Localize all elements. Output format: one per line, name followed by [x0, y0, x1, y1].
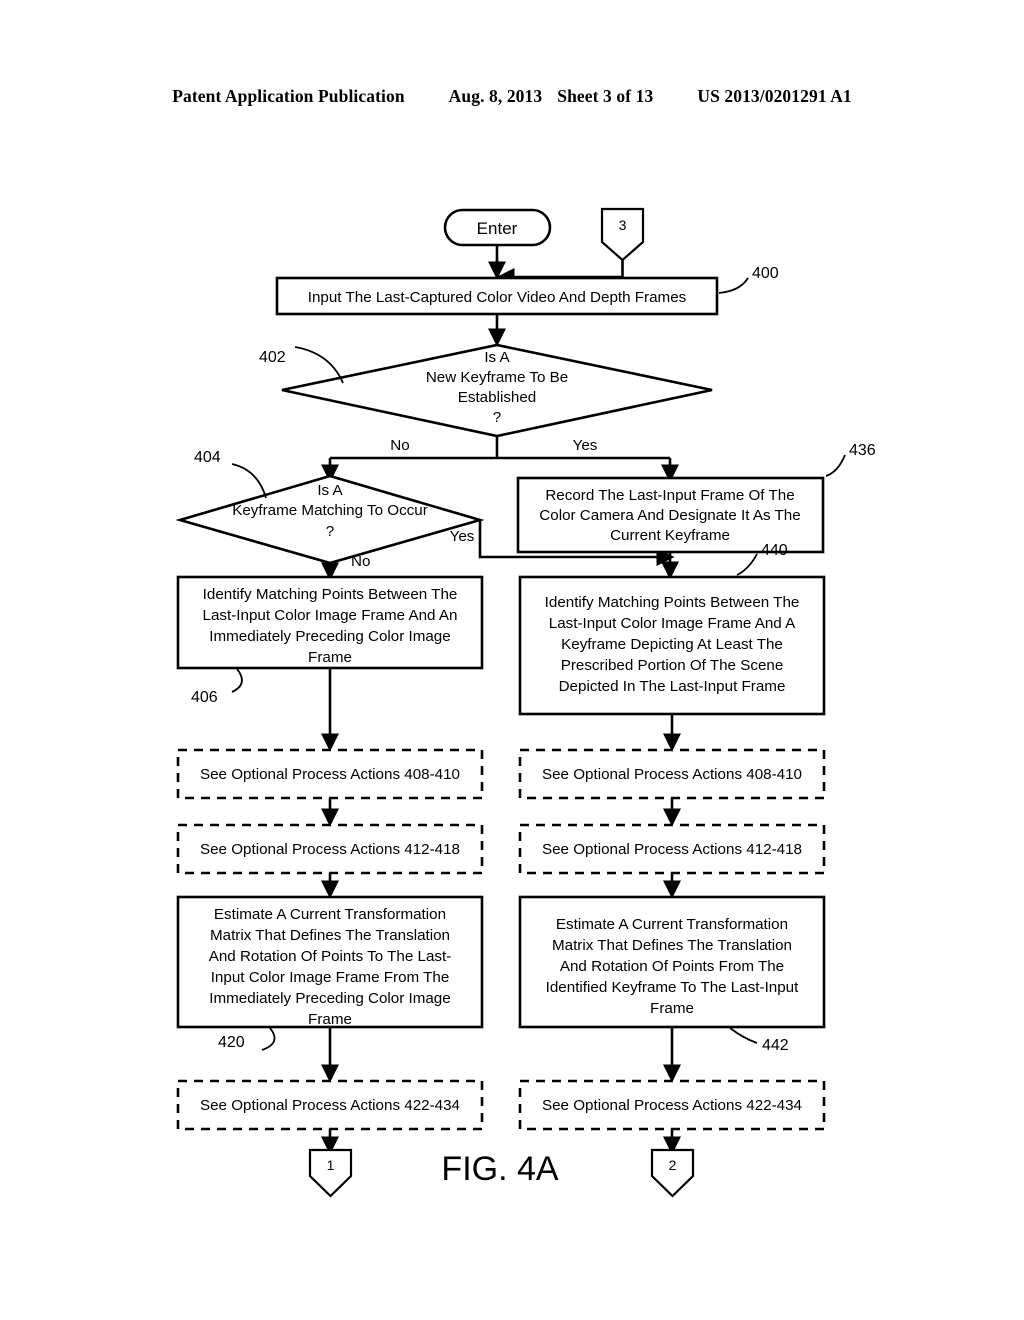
- node-440-line3: Keyframe Depicting At Least The: [561, 636, 783, 653]
- connector-out-1: 1: [308, 1148, 353, 1198]
- node-436-line2: Color Camera And Designate It As The: [539, 507, 800, 524]
- ref-420: 420: [218, 1034, 245, 1051]
- node-442: Estimate A Current Transformation Matrix…: [518, 895, 826, 1029]
- opt-box-right-408-410-text: See Optional Process Actions 408-410: [542, 766, 802, 783]
- header-date: Aug. 8, 2013: [448, 86, 543, 106]
- header-patent-number: US 2013/0201291 A1: [697, 86, 852, 106]
- opt-box-right-412-418-text: See Optional Process Actions 412-418: [542, 841, 802, 858]
- node-402-line4: ?: [493, 409, 501, 426]
- opt-box-right-408-410: See Optional Process Actions 408-410: [518, 748, 826, 800]
- node-442-line2: Matrix That Defines The Translation: [552, 937, 792, 954]
- node-420-line6: Frame: [308, 1011, 352, 1028]
- opt-box-left-422-434-text: See Optional Process Actions 422-434: [200, 1097, 460, 1114]
- opt-box-left-412-418-text: See Optional Process Actions 412-418: [200, 841, 460, 858]
- connector-out-2-label: 2: [669, 1157, 677, 1173]
- node-436-line3: Current Keyframe: [610, 527, 730, 544]
- leader-406: [231, 668, 243, 693]
- node-404-decision: Is A Keyframe Matching To Occur ?: [175, 474, 485, 565]
- leader-440: [736, 553, 758, 576]
- node-402-line1: Is A: [484, 349, 510, 366]
- header-publication-title: Patent Application Publication: [172, 86, 405, 106]
- node-440-line5: Depicted In The Last-Input Frame: [559, 678, 786, 695]
- node-406-line1: Identify Matching Points Between The: [203, 586, 458, 603]
- opt-box-right-422-434: See Optional Process Actions 422-434: [518, 1079, 826, 1131]
- connector-out-1-label: 1: [327, 1157, 335, 1173]
- flowchart-figure: Enter 3 Input The Last-Captured Color Vi…: [0, 150, 1024, 1240]
- ref-406: 406: [191, 689, 218, 706]
- header-sheet-number: Sheet 3 of 13: [557, 86, 654, 106]
- node-440: Identify Matching Points Between The Las…: [518, 575, 826, 716]
- leader-442: [729, 1027, 758, 1044]
- node-436: Record The Last-Input Frame Of The Color…: [516, 476, 825, 554]
- node-442-line3: And Rotation Of Points From The: [560, 958, 784, 975]
- opt-box-left-408-410: See Optional Process Actions 408-410: [176, 748, 484, 800]
- node-436-line1: Record The Last-Input Frame Of The: [545, 487, 794, 504]
- enter-label: Enter: [477, 219, 518, 238]
- node-420-line5: Immediately Preceding Color Image: [209, 990, 450, 1007]
- leader-404: [231, 463, 267, 499]
- node-406-line3: Immediately Preceding Color Image: [209, 628, 450, 645]
- node-420-line3: And Rotation Of Points To The Last-: [209, 948, 452, 965]
- opt-box-left-412-418: See Optional Process Actions 412-418: [176, 823, 484, 875]
- node-402-line3: Established: [458, 389, 537, 406]
- node-404-line1: Is A: [317, 482, 343, 499]
- node-420-line4: Input Color Image Frame From The: [211, 969, 450, 986]
- node-404-line3: ?: [326, 523, 334, 540]
- figure-caption: FIG. 4A: [441, 1150, 558, 1188]
- ref-404: 404: [194, 449, 221, 466]
- publication-header: Patent Application Publication Aug. 8, 2…: [0, 86, 1024, 107]
- edge-connector3-to-main: [496, 260, 624, 287]
- node-404-branch-yes: Yes: [450, 528, 475, 545]
- node-420: Estimate A Current Transformation Matrix…: [176, 895, 484, 1029]
- ref-440: 440: [761, 542, 788, 559]
- node-440-line1: Identify Matching Points Between The: [545, 594, 800, 611]
- node-406: Identify Matching Points Between The Las…: [176, 575, 484, 670]
- leader-400: [718, 277, 749, 294]
- node-406-line4: Frame: [308, 649, 352, 666]
- node-402-branch-no: No: [390, 437, 409, 454]
- enter-terminator: Enter: [443, 208, 552, 247]
- node-402-line2: New Keyframe To Be: [426, 369, 568, 386]
- opt-box-right-422-434-text: See Optional Process Actions 422-434: [542, 1097, 802, 1114]
- node-402-branch-yes: Yes: [573, 437, 598, 454]
- ref-436: 436: [849, 442, 876, 459]
- node-406-line2: Last-Input Color Image Frame And An: [203, 607, 458, 624]
- opt-box-left-408-410-text: See Optional Process Actions 408-410: [200, 766, 460, 783]
- leader-436: [825, 454, 846, 477]
- node-440-line4: Prescribed Portion Of The Scene: [561, 657, 784, 674]
- connector-in-3-label: 3: [619, 217, 627, 233]
- leader-420: [261, 1027, 276, 1051]
- node-402-decision: Is A New Keyframe To Be Established ?: [281, 343, 713, 438]
- node-442-line1: Estimate A Current Transformation: [556, 916, 788, 933]
- ref-400: 400: [752, 265, 779, 282]
- ref-402: 402: [259, 349, 286, 366]
- connector-out-2: 2: [650, 1148, 695, 1198]
- opt-box-left-422-434: See Optional Process Actions 422-434: [176, 1079, 484, 1131]
- node-400-text: Input The Last-Captured Color Video And …: [308, 289, 687, 306]
- ref-442: 442: [762, 1037, 789, 1054]
- opt-box-right-412-418: See Optional Process Actions 412-418: [518, 823, 826, 875]
- node-440-line2: Last-Input Color Image Frame And A: [549, 615, 796, 632]
- node-442-line5: Frame: [650, 1000, 694, 1017]
- node-420-line1: Estimate A Current Transformation: [214, 906, 446, 923]
- node-404-branch-no: No: [351, 553, 370, 570]
- node-442-line4: Identified Keyframe To The Last-Input: [546, 979, 799, 996]
- node-404-line2: Keyframe Matching To Occur: [232, 502, 428, 519]
- connector-in-3: 3: [600, 207, 645, 262]
- patent-page: Patent Application Publication Aug. 8, 2…: [0, 0, 1024, 1320]
- node-400: Input The Last-Captured Color Video And …: [275, 276, 719, 316]
- node-420-line2: Matrix That Defines The Translation: [210, 927, 450, 944]
